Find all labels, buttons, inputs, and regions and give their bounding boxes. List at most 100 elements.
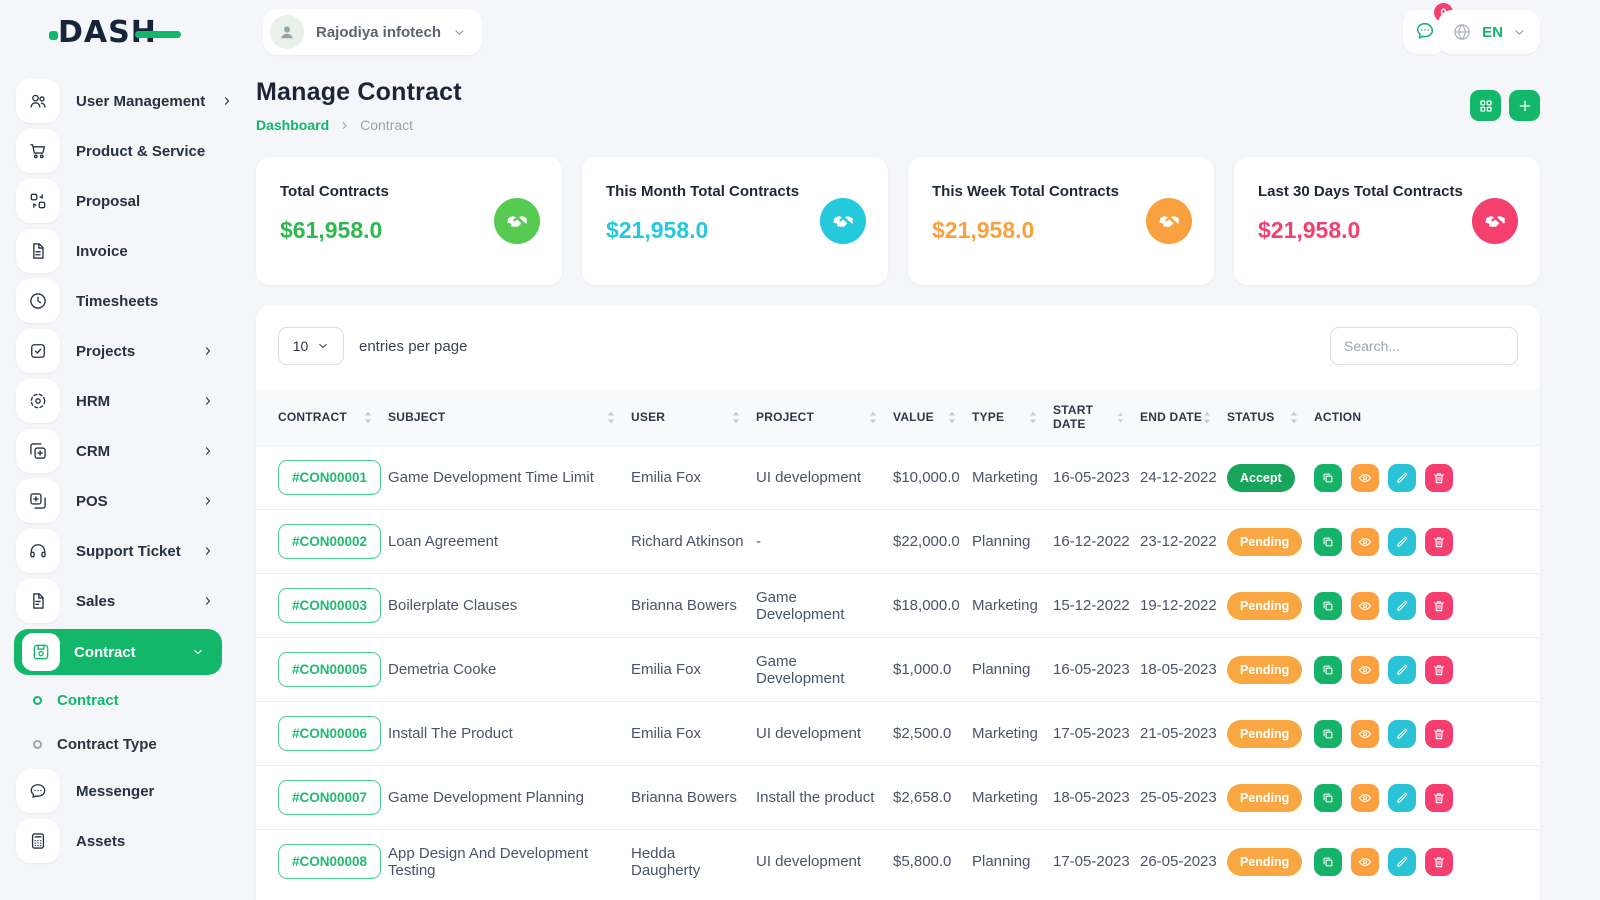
sidebar-item-pos[interactable]: POS (0, 476, 240, 526)
contract-id-link[interactable]: #CON00007 (278, 780, 381, 815)
delete-button[interactable] (1425, 720, 1453, 748)
contract-id-link[interactable]: #CON00005 (278, 652, 381, 687)
duplicate-button[interactable] (1314, 592, 1342, 620)
pencil-icon (1395, 727, 1409, 741)
stat-card-total-contracts: Total Contracts$61,958.0 (256, 157, 562, 285)
sidebar-subitem-contract-type[interactable]: Contract Type (0, 722, 240, 766)
cell-contract: #CON00002 (256, 510, 388, 574)
sidebar-item-support-ticket[interactable]: Support Ticket (0, 526, 240, 576)
duplicate-button[interactable] (1314, 848, 1342, 876)
view-button[interactable] (1351, 848, 1379, 876)
sidebar-item-hrm[interactable]: HRM (0, 376, 240, 426)
view-button[interactable] (1351, 592, 1379, 620)
sidebar-subitem-contract[interactable]: Contract (0, 678, 240, 722)
edit-button[interactable] (1388, 464, 1416, 492)
contract-id-link[interactable]: #CON00003 (278, 588, 381, 623)
sort-icon[interactable] (607, 411, 615, 424)
sort-icon[interactable] (1290, 411, 1298, 424)
search-input[interactable] (1330, 327, 1518, 365)
page-size-select[interactable]: 10 (278, 327, 344, 365)
edit-button[interactable] (1388, 656, 1416, 684)
cell-user: Richard Atkinson (631, 510, 756, 574)
column-header-contract[interactable]: CONTRACT (256, 389, 388, 446)
delete-button[interactable] (1425, 656, 1453, 684)
contract-id-link[interactable]: #CON00008 (278, 844, 381, 879)
edit-button[interactable] (1388, 784, 1416, 812)
sort-icon[interactable] (1117, 411, 1124, 424)
sidebar-item-crm[interactable]: CRM (0, 426, 240, 476)
main-content: Manage Contract Dashboard Contract Total… (256, 64, 1540, 900)
pos-icon-box (16, 479, 60, 523)
breadcrumb-dashboard-link[interactable]: Dashboard (256, 117, 329, 133)
stat-card-this-week-total-contracts: This Week Total Contracts$21,958.0 (908, 157, 1214, 285)
sidebar-item-messenger[interactable]: Messenger (0, 766, 240, 816)
sidebar-item-proposal[interactable]: Proposal (0, 176, 240, 226)
handshake-icon (1485, 211, 1506, 232)
column-header-status[interactable]: STATUS (1227, 389, 1314, 446)
sort-icon[interactable] (1203, 411, 1211, 424)
view-button[interactable] (1351, 464, 1379, 492)
sidebar-subitem-label: Contract Type (57, 736, 157, 753)
cell-type: Planning (972, 830, 1053, 894)
column-header-user[interactable]: USER (631, 389, 756, 446)
cell-value: $10,000.0 (893, 446, 972, 510)
sidebar-item-sales[interactable]: Sales (0, 576, 240, 626)
sidebar-item-user-management[interactable]: User Management (0, 76, 240, 126)
edit-button[interactable] (1388, 592, 1416, 620)
column-header-project[interactable]: PROJECT (756, 389, 893, 446)
edit-button[interactable] (1388, 528, 1416, 556)
logo-dash (135, 31, 181, 38)
cell-subject: Install The Product (388, 702, 631, 766)
sort-icon[interactable] (732, 411, 740, 424)
sidebar-item-label: Timesheets (76, 293, 158, 310)
delete-button[interactable] (1425, 784, 1453, 812)
logo-dot (49, 31, 58, 40)
duplicate-button[interactable] (1314, 720, 1342, 748)
view-button[interactable] (1351, 720, 1379, 748)
column-header-value[interactable]: VALUE (893, 389, 972, 446)
delete-button[interactable] (1425, 528, 1453, 556)
edit-button[interactable] (1388, 848, 1416, 876)
delete-button[interactable] (1425, 464, 1453, 492)
sort-icon[interactable] (364, 411, 372, 424)
delete-button[interactable] (1425, 848, 1453, 876)
sidebar-item-label: Sales (76, 593, 115, 610)
sidebar-item-product-service[interactable]: Product & Service (0, 126, 240, 176)
cell-project: UI development (756, 446, 893, 510)
trash-icon (1432, 599, 1446, 613)
contract-id-link[interactable]: #CON00001 (278, 460, 381, 495)
duplicate-button[interactable] (1314, 464, 1342, 492)
sidebar-item-contract[interactable]: Contract (14, 629, 222, 675)
sidebar-item-assets[interactable]: Assets (0, 816, 240, 866)
invoice-icon-box (16, 229, 60, 273)
contract-id-link[interactable]: #CON00002 (278, 524, 381, 559)
column-header-end-date[interactable]: END DATE (1140, 389, 1227, 446)
column-header-start-date[interactable]: START DATE (1053, 389, 1140, 446)
workspace-switcher[interactable]: Rajodiya infotech (263, 9, 482, 55)
grid-view-button[interactable] (1470, 90, 1501, 121)
sidebar-item-timesheets[interactable]: Timesheets (0, 276, 240, 326)
view-button[interactable] (1351, 656, 1379, 684)
sidebar-item-label: HRM (76, 393, 110, 410)
sidebar-item-invoice[interactable]: Invoice (0, 226, 240, 276)
cell-type: Planning (972, 638, 1053, 702)
duplicate-button[interactable] (1314, 656, 1342, 684)
cell-value: $2,658.0 (893, 766, 972, 830)
edit-button[interactable] (1388, 720, 1416, 748)
sidebar-item-projects[interactable]: Projects (0, 326, 240, 376)
add-contract-button[interactable] (1509, 90, 1540, 121)
column-header-subject[interactable]: SUBJECT (388, 389, 631, 446)
sort-icon[interactable] (948, 411, 956, 424)
status-badge: Pending (1227, 656, 1302, 684)
contract-id-link[interactable]: #CON00006 (278, 716, 381, 751)
table-row: #CON00001Game Development Time LimitEmil… (256, 446, 1540, 510)
sort-icon[interactable] (1029, 411, 1037, 424)
view-button[interactable] (1351, 784, 1379, 812)
duplicate-button[interactable] (1314, 528, 1342, 556)
duplicate-button[interactable] (1314, 784, 1342, 812)
language-selector[interactable]: EN (1438, 10, 1540, 54)
sort-icon[interactable] (869, 411, 877, 424)
view-button[interactable] (1351, 528, 1379, 556)
column-header-type[interactable]: TYPE (972, 389, 1053, 446)
delete-button[interactable] (1425, 592, 1453, 620)
